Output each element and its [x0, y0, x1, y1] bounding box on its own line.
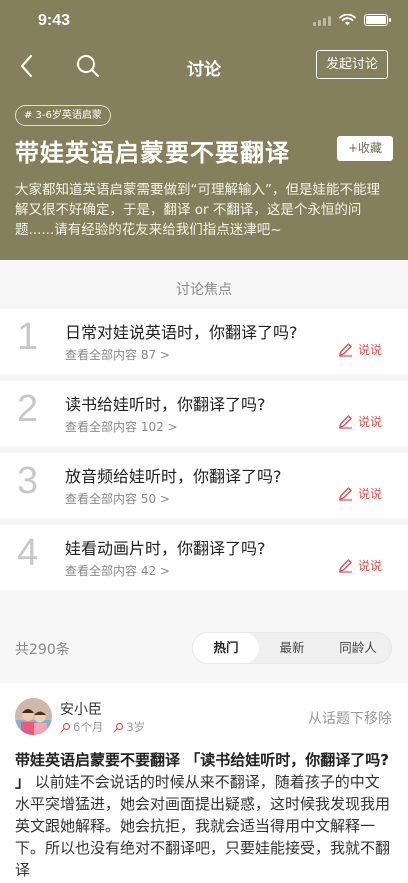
wifi-icon — [339, 14, 356, 26]
view-all-link[interactable]: 查看全部内容 87 > — [65, 346, 170, 363]
pencil-icon — [338, 559, 352, 573]
status-bar: 9:43 — [0, 0, 408, 44]
pencil-icon — [338, 343, 352, 357]
say-button[interactable]: 说说 — [338, 341, 382, 358]
focus-card[interactable]: 4 娃看动画片时，你翻译了吗? 查看全部内容 42 > 说说 — [0, 525, 408, 590]
tab-hot[interactable]: 热门 — [193, 633, 259, 663]
status-icons — [313, 14, 391, 26]
topic-header: 9:43 讨论 发起讨论 # 3-6岁英语启蒙 带娃英语启蒙要不要翻译 +收藏 … — [0, 0, 408, 260]
post-body[interactable]: 带娃英语启蒙要不要翻译 「读书给娃听时，你翻译了吗? 」 以前娃不会说话的时候从… — [15, 749, 393, 881]
tab-latest[interactable]: 最新 — [259, 633, 325, 663]
avatar-photo — [15, 698, 52, 735]
discussion-focus-section: 讨论焦点 1 日常对娃说英语时，你翻译了吗? 查看全部内容 87 > 说说 2 … — [0, 260, 408, 603]
post-time: 6个月 — [60, 719, 103, 735]
focus-heading: 讨论焦点 — [176, 282, 232, 298]
sort-tabs: 热门 最新 同龄人 — [192, 632, 392, 664]
author-meta: 6个月 3岁 — [60, 719, 145, 735]
status-time: 9:43 — [38, 12, 71, 29]
focus-number: 1 — [17, 316, 39, 358]
pin-icon — [113, 722, 124, 733]
say-label: 说说 — [357, 415, 382, 429]
focus-question: 读书给娃听时，你翻译了吗? — [65, 395, 266, 414]
battery-icon — [364, 14, 391, 26]
child-age-text: 3岁 — [126, 720, 146, 734]
pencil-icon — [338, 487, 352, 501]
say-button[interactable]: 说说 — [338, 413, 382, 430]
focus-number: 3 — [17, 460, 39, 502]
say-label: 说说 — [357, 559, 382, 573]
pencil-icon — [338, 415, 352, 429]
say-button[interactable]: 说说 — [338, 485, 382, 502]
remove-from-topic-button[interactable]: 从话题下移除 — [308, 708, 392, 728]
favorite-button[interactable]: +收藏 — [337, 136, 393, 161]
post-text: 以前娃不会说话的时候从来不翻译，随着孩子的中文水平突增猛进，她会对画面提出疑惑，… — [15, 773, 391, 879]
focus-number: 4 — [17, 532, 39, 574]
nav-bar: 讨论 发起讨论 — [0, 44, 408, 88]
say-label: 说说 — [357, 487, 382, 501]
post-item[interactable]: 安小臣 6个月 3岁 从话题下移除 带娃英语启蒙要不要翻译 「读书给娃听时，你翻… — [0, 683, 408, 883]
say-button[interactable]: 说说 — [338, 557, 382, 574]
tab-same-age[interactable]: 同龄人 — [325, 633, 391, 663]
author-name[interactable]: 安小臣 — [60, 699, 102, 719]
topic-tag[interactable]: # 3-6岁英语启蒙 — [15, 105, 111, 126]
post-time-text: 6个月 — [73, 720, 104, 734]
list-toolbar: 共290条 热门 最新 同龄人 — [0, 603, 408, 683]
focus-question: 娃看动画片时，你翻译了吗? — [65, 539, 266, 558]
post-list-section: 共290条 热门 最新 同龄人 安小臣 6个月 3岁 从话题下移除 带娃英语启蒙… — [0, 603, 408, 883]
focus-card[interactable]: 2 读书给娃听时，你翻译了吗? 查看全部内容 102 > 说说 — [0, 381, 408, 446]
focus-question: 日常对娃说英语时，你翻译了吗? — [65, 323, 298, 342]
start-discussion-button[interactable]: 发起讨论 — [315, 50, 388, 79]
cellular-signal-icon — [313, 14, 331, 26]
view-all-link[interactable]: 查看全部内容 50 > — [65, 490, 170, 507]
topic-title: 带娃英语启蒙要不要翻译 — [15, 139, 290, 167]
say-label: 说说 — [357, 343, 382, 357]
focus-number: 2 — [17, 388, 39, 430]
focus-card[interactable]: 1 日常对娃说英语时，你翻译了吗? 查看全部内容 87 > 说说 — [0, 309, 408, 374]
view-all-link[interactable]: 查看全部内容 102 > — [65, 418, 178, 435]
pin-icon — [60, 722, 71, 733]
focus-question: 放音频给娃听时，你翻译了吗? — [65, 467, 282, 486]
avatar[interactable] — [15, 698, 52, 735]
topic-description: 大家都知道英语启蒙需要做到“可理解输入”，但是娃能不能理解又很不好确定，于是，翻… — [15, 182, 380, 238]
comment-count: 共290条 — [15, 642, 70, 658]
focus-card[interactable]: 3 放音频给娃听时，你翻译了吗? 查看全部内容 50 > 说说 — [0, 453, 408, 518]
view-all-link[interactable]: 查看全部内容 42 > — [65, 562, 170, 579]
child-age: 3岁 — [113, 719, 145, 735]
